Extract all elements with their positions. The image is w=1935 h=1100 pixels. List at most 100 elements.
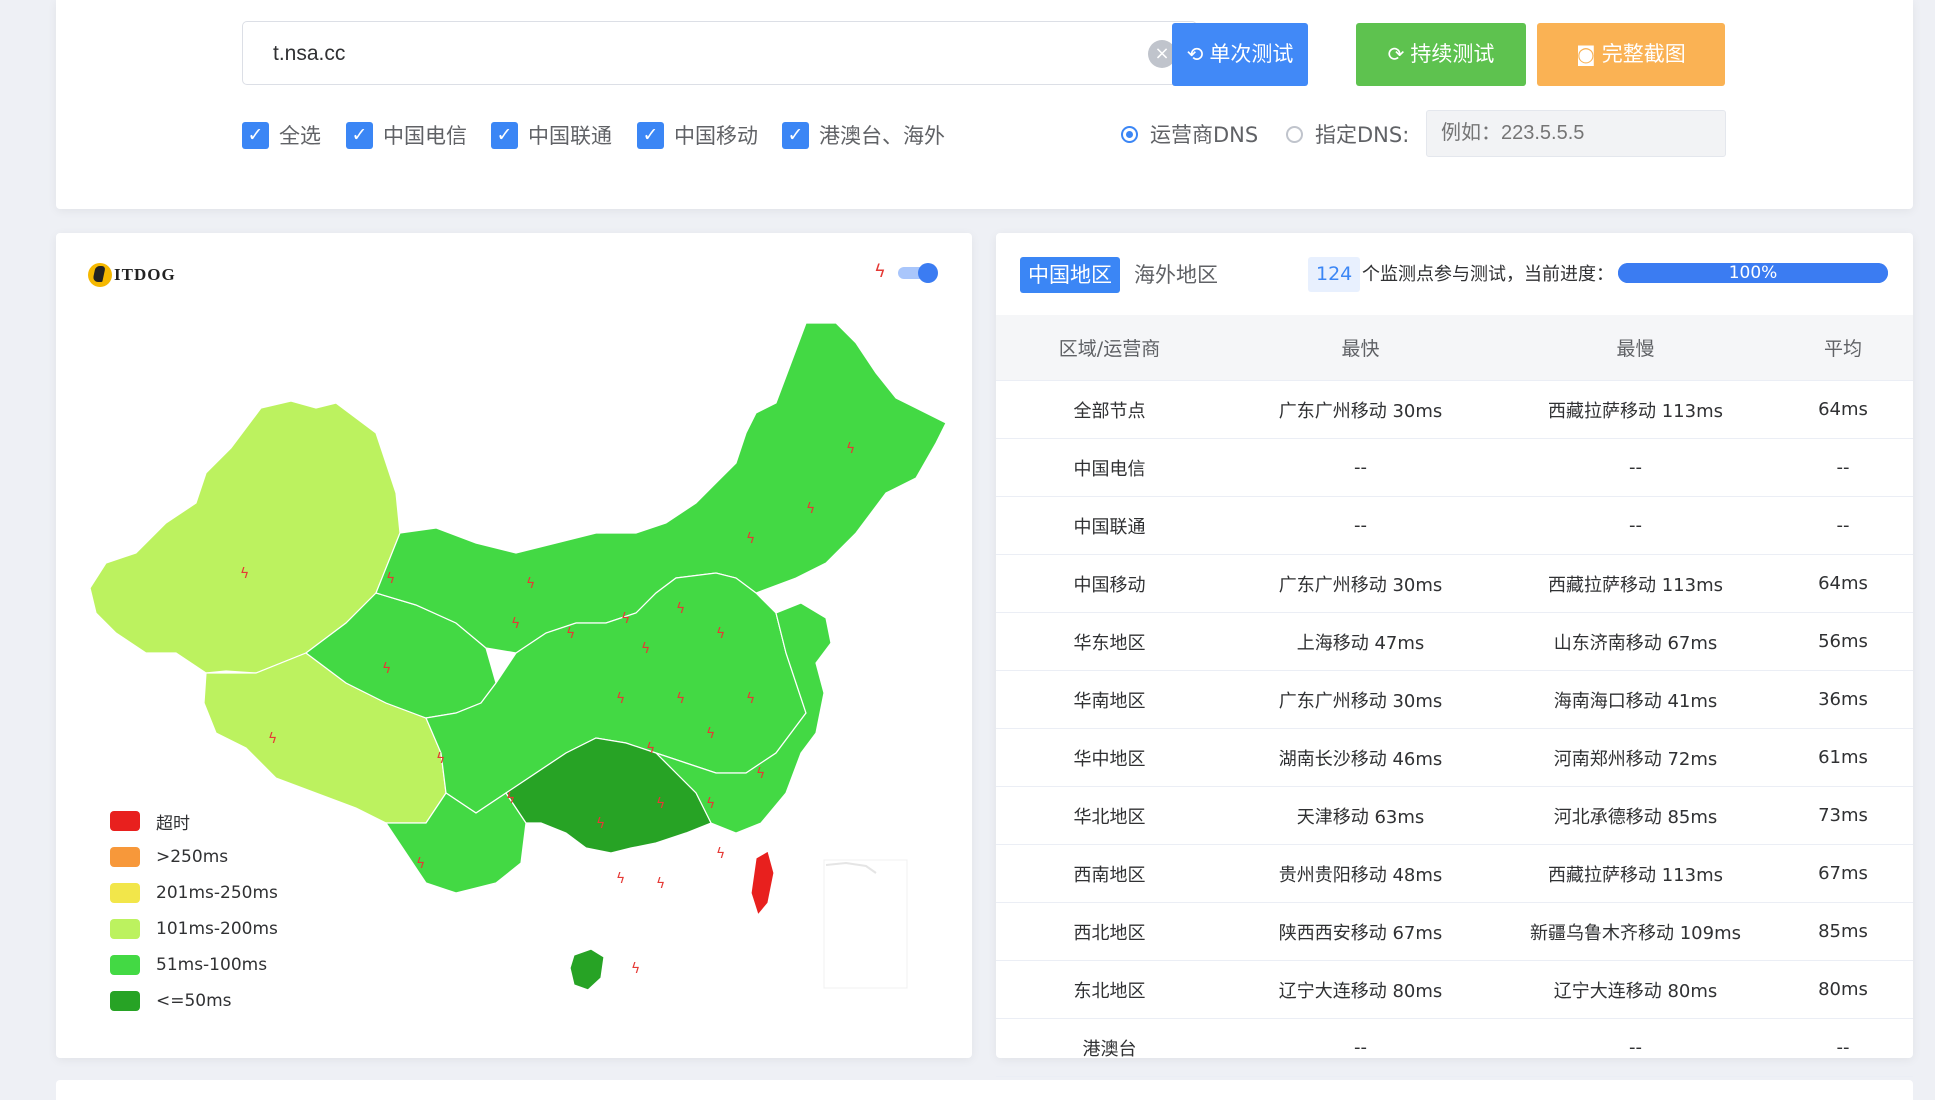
row-average-cell: 61ms <box>1773 728 1913 787</box>
row-fastest-cell: 上海移动 47ms <box>1223 612 1498 671</box>
full-screenshot-label: 完整截图 <box>1601 42 1686 66</box>
legend-label: 51ms-100ms <box>156 955 268 975</box>
south-china-sea-inset <box>823 859 908 989</box>
node-marker-icon: ϟ <box>506 791 515 807</box>
continuous-test-button[interactable]: ⟳ 持续测试 <box>1356 23 1526 86</box>
legend-swatch <box>110 955 140 975</box>
table-row: 华中地区 湖南长沙移动 46ms 河南郑州移动 72ms 61ms <box>996 728 1913 787</box>
url-input-wrapper: × <box>242 21 1197 86</box>
row-fastest-cell: 广东广州移动 30ms <box>1223 380 1498 439</box>
table-row: 西北地区 陕西西安移动 67ms 新疆乌鲁木齐移动 109ms 85ms <box>996 902 1913 961</box>
column-header: 平均 <box>1773 315 1913 381</box>
refresh-icon: ⟳ <box>1387 42 1405 66</box>
checkbox-telecom[interactable]: ✓ 中国电信 <box>346 120 467 150</box>
column-header: 最快 <box>1223 315 1498 381</box>
custom-dns-input[interactable] <box>1426 110 1726 157</box>
row-slowest-cell: 西藏拉萨移动 113ms <box>1498 380 1773 439</box>
legend-label: 超时 <box>156 813 190 834</box>
region-hainan[interactable] <box>569 948 605 991</box>
checkbox-mobile[interactable]: ✓ 中国移动 <box>637 120 758 150</box>
progress-bar: 100% <box>1618 263 1888 283</box>
node-marker-icon: ϟ <box>616 871 625 887</box>
row-fastest-cell: 广东广州移动 30ms <box>1223 670 1498 729</box>
node-marker-icon: ϟ <box>268 731 277 747</box>
checkbox-label: 港澳台、海外 <box>819 124 945 148</box>
node-marker-icon: ϟ <box>646 741 655 757</box>
node-marker-icon: ϟ <box>386 571 395 587</box>
legend-label: <=50ms <box>156 991 232 1011</box>
tab-china-region[interactable]: 中国地区 <box>1020 257 1120 293</box>
tab-overseas-region[interactable]: 海外地区 <box>1126 257 1226 293</box>
radio-label: 指定DNS: <box>1315 123 1410 147</box>
checkbox-label: 中国联通 <box>528 124 612 148</box>
node-marker-icon: ϟ <box>746 691 755 707</box>
row-slowest-cell: 河南郑州移动 72ms <box>1498 728 1773 787</box>
results-table-body: 全部节点 广东广州移动 30ms 西藏拉萨移动 113ms 64ms 中国电信 -- -- -… <box>996 380 1913 1077</box>
node-marker-icon: ϟ <box>746 531 755 547</box>
row-average-cell: 80ms <box>1773 960 1913 1019</box>
node-marker-icon: ϟ <box>436 751 445 767</box>
row-average-cell: -- <box>1773 1018 1913 1077</box>
row-average-cell: 64ms <box>1773 554 1913 613</box>
progress-percent: 100% <box>1728 263 1778 283</box>
repeat-icon: ⟲ <box>1186 42 1204 66</box>
continuous-test-label: 持续测试 <box>1410 42 1495 66</box>
radio-operator-dns[interactable]: 运营商DNS <box>1121 118 1258 150</box>
row-slowest-cell: 辽宁大连移动 80ms <box>1498 960 1773 1019</box>
checkbox-label: 中国移动 <box>674 124 758 148</box>
radio-unchecked-icon <box>1286 125 1303 143</box>
legend-label: 201ms-250ms <box>156 883 278 903</box>
node-marker-icon: ϟ <box>240 566 249 582</box>
node-marker-icon: ϟ <box>416 856 425 872</box>
row-slowest-cell: 新疆乌鲁木齐移动 109ms <box>1498 902 1773 961</box>
table-row: 港澳台 -- -- -- <box>996 1018 1913 1077</box>
checkbox-unicom[interactable]: ✓ 中国联通 <box>491 120 612 150</box>
check-icon: ✓ <box>491 121 518 149</box>
row-average-cell: 56ms <box>1773 612 1913 671</box>
node-marker-icon: ϟ <box>511 616 520 632</box>
row-slowest-cell: 西藏拉萨移动 113ms <box>1498 844 1773 903</box>
full-screenshot-button[interactable]: ◙ 完整截图 <box>1537 23 1725 86</box>
checkbox-hk-mo-tw-overseas[interactable]: ✓ 港澳台、海外 <box>782 120 945 150</box>
node-marker-icon: ϟ <box>566 626 575 642</box>
latency-legend: 超时 >250ms 201ms-250ms 101ms-200ms 51ms-1… <box>110 803 278 1019</box>
single-test-button[interactable]: ⟲ 单次测试 <box>1172 23 1308 86</box>
node-marker-icon: ϟ <box>656 796 665 812</box>
row-average-cell: -- <box>1773 438 1913 497</box>
table-row: 全部节点 广东广州移动 30ms 西藏拉萨移动 113ms 64ms <box>996 380 1913 439</box>
table-row: 华东地区 上海移动 47ms 山东济南移动 67ms 56ms <box>996 612 1913 671</box>
node-marker-icon: ϟ <box>631 961 640 977</box>
checkbox-label: 全选 <box>279 124 321 148</box>
radio-custom-dns[interactable]: 指定DNS: <box>1286 118 1409 150</box>
table-row: 中国电信 -- -- -- <box>996 438 1913 497</box>
node-marker-icon: ϟ <box>706 796 715 812</box>
checkbox-select-all[interactable]: ✓ 全选 <box>242 120 321 150</box>
test-control-panel: × ⟲单次测试 ⟳持续测试 ◙完整截图 ✓ 全选 ✓ 中国电信 ✓ 中国联通 ✓ 中国移… <box>56 0 1913 209</box>
node-marker-icon: ϟ <box>621 611 630 627</box>
url-input[interactable] <box>271 22 1135 86</box>
row-region-cell: 中国联通 <box>996 496 1223 555</box>
check-icon: ✓ <box>782 121 809 149</box>
node-marker-icon: ϟ <box>382 661 391 677</box>
row-slowest-cell: -- <box>1498 496 1773 555</box>
row-region-cell: 中国移动 <box>996 554 1223 613</box>
legend-item: 51ms-100ms <box>110 947 278 983</box>
row-region-cell: 全部节点 <box>996 380 1223 439</box>
legend-item: >250ms <box>110 839 278 875</box>
row-fastest-cell: -- <box>1223 438 1498 497</box>
legend-item: 201ms-250ms <box>110 875 278 911</box>
column-header: 区域/运营商 <box>996 315 1223 381</box>
table-row: 华南地区 广东广州移动 30ms 海南海口移动 41ms 36ms <box>996 670 1913 729</box>
table-row: 东北地区 辽宁大连移动 80ms 辽宁大连移动 80ms 80ms <box>996 960 1913 1019</box>
row-region-cell: 中国电信 <box>996 438 1223 497</box>
single-test-label: 单次测试 <box>1209 42 1294 66</box>
progress-caption: 个监测点参与测试，当前进度： <box>1362 264 1614 285</box>
next-panel-edge <box>56 1080 1913 1100</box>
node-marker-icon: ϟ <box>756 766 765 782</box>
node-marker-icon: ϟ <box>676 601 685 617</box>
region-taiwan[interactable] <box>750 850 775 917</box>
legend-item: <=50ms <box>110 983 278 1019</box>
node-marker-icon: ϟ <box>676 691 685 707</box>
table-row: 华北地区 天津移动 63ms 河北承德移动 85ms 73ms <box>996 786 1913 845</box>
row-fastest-cell: 辽宁大连移动 80ms <box>1223 960 1498 1019</box>
